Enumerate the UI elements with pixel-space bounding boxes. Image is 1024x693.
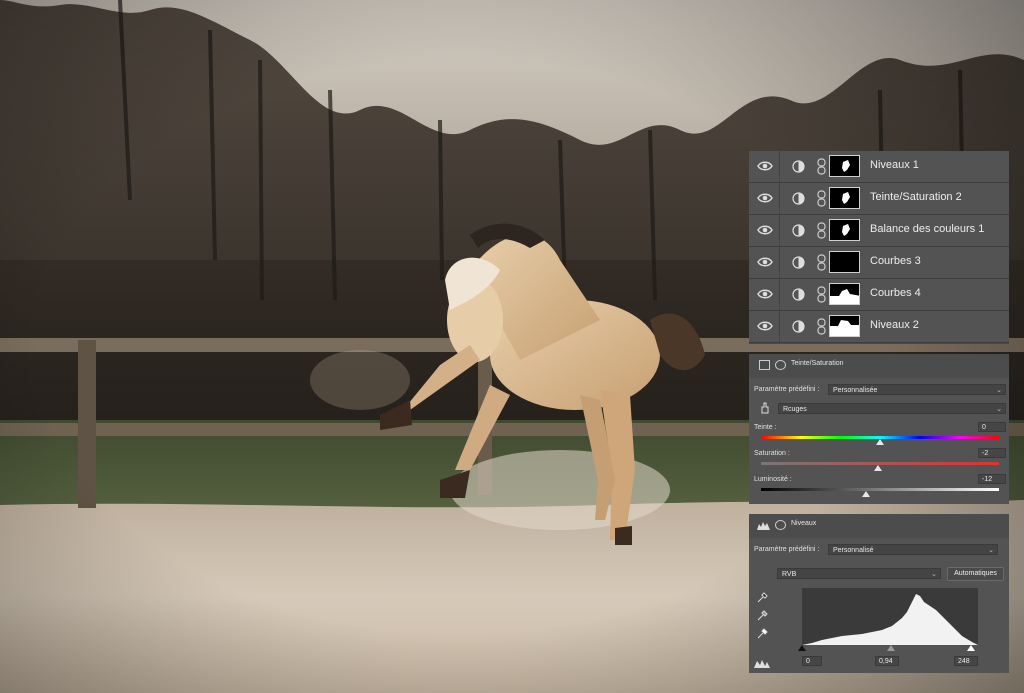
eye-icon[interactable] xyxy=(757,319,773,333)
layer-row[interactable]: Teinte/Saturation 2 xyxy=(749,183,1009,215)
layer-mask-thumbnail[interactable] xyxy=(829,283,860,305)
link-chain-icon[interactable] xyxy=(817,318,826,335)
adjustment-layer-icon xyxy=(792,256,805,269)
layer-row[interactable]: Balance des couleurs 1 xyxy=(749,215,1009,247)
chevron-down-icon: ⌄ xyxy=(988,547,994,554)
layer-row[interactable]: Courbes 4 xyxy=(749,279,1009,311)
eye-icon[interactable] xyxy=(757,255,773,269)
divider xyxy=(779,215,780,246)
layer-name: Courbes 4 xyxy=(870,287,921,299)
saturation-slider-thumb[interactable] xyxy=(873,465,882,471)
link-chain-icon[interactable] xyxy=(817,190,826,207)
divider xyxy=(779,311,780,342)
link-chain-icon[interactable] xyxy=(817,158,826,175)
link-chain-icon[interactable] xyxy=(817,286,826,303)
saturation-label: Saturation : xyxy=(754,450,790,457)
eye-icon[interactable] xyxy=(757,159,773,173)
adjustment-layer-icon xyxy=(792,224,805,237)
channel-dropdown[interactable]: Rcuges ⌄ xyxy=(778,403,1006,414)
panel-title: Niveaux xyxy=(791,520,817,527)
adjustment-layer-icon xyxy=(792,160,805,173)
eye-icon[interactable] xyxy=(757,287,773,301)
white-point-slider[interactable] xyxy=(967,645,975,651)
black-point-slider[interactable] xyxy=(798,645,806,651)
layer-row[interactable]: Niveaux 2 xyxy=(749,311,1009,343)
levels-histogram-icon[interactable] xyxy=(757,520,770,530)
levels-panel: Niveaux Paramètre prédéfini : Personnali… xyxy=(749,514,1009,673)
lightness-label: Luminosité : xyxy=(754,476,792,483)
chevron-down-icon: ⌄ xyxy=(996,406,1002,413)
layer-name: Courbes 3 xyxy=(870,255,921,267)
layer-name: Niveaux 1 xyxy=(870,159,919,171)
layer-mask-thumbnail[interactable] xyxy=(829,187,860,209)
layer-mask-thumbnail[interactable] xyxy=(829,219,860,241)
chevron-down-icon: ⌄ xyxy=(931,571,937,578)
hue-value-field[interactable]: 0 xyxy=(978,422,1006,432)
hue-label: Teinte : xyxy=(754,424,777,431)
white-eyedropper-icon[interactable] xyxy=(757,628,768,639)
lightness-value-field[interactable]: -12 xyxy=(978,474,1006,484)
layer-name: Balance des couleurs 1 xyxy=(870,223,985,235)
gamma-slider[interactable] xyxy=(887,645,895,651)
black-eyedropper-icon[interactable] xyxy=(757,592,768,603)
adjustment-layer-icon xyxy=(792,192,805,205)
layer-row[interactable]: Niveaux 1 xyxy=(749,151,1009,183)
hue-saturation-panel: Teinte/Saturation Paramètre prédéfini : … xyxy=(749,354,1009,504)
targeted-adjustment-hand-icon[interactable] xyxy=(759,402,771,414)
link-chain-icon[interactable] xyxy=(817,254,826,271)
preset-label: Paramètre prédéfini : xyxy=(754,546,820,553)
layer-row[interactable]: Courbes 3 xyxy=(749,247,1009,279)
adjustment-layer-icon xyxy=(792,288,805,301)
divider xyxy=(779,183,780,214)
adjustment-layer-icon xyxy=(792,320,805,333)
chevron-down-icon: ⌄ xyxy=(996,387,1002,394)
eye-icon[interactable] xyxy=(757,191,773,205)
preset-dropdown[interactable]: Personnalisée ⌄ xyxy=(828,384,1006,395)
histogram xyxy=(802,588,978,645)
saturation-value-field[interactable]: -2 xyxy=(978,448,1006,458)
preset-dropdown[interactable]: Personnalisé ⌄ xyxy=(828,544,998,555)
hue-slider-thumb[interactable] xyxy=(876,439,884,445)
eye-icon[interactable] xyxy=(757,223,773,237)
lightness-slider-thumb[interactable] xyxy=(861,491,870,497)
mask-icon[interactable] xyxy=(775,520,786,530)
layers-panel: Niveaux 1 Teinte/Saturation 2 Balance de… xyxy=(749,151,1009,344)
input-white-field[interactable]: 248 xyxy=(954,656,978,666)
input-gamma-field[interactable]: 0,94 xyxy=(875,656,899,666)
layer-mask-thumbnail[interactable] xyxy=(829,315,860,337)
clipping-warning-icon[interactable] xyxy=(754,658,770,668)
lightness-slider-track[interactable] xyxy=(761,488,999,491)
adjustment-icon[interactable] xyxy=(759,360,770,370)
layer-mask-thumbnail[interactable] xyxy=(829,155,860,177)
divider xyxy=(779,247,780,278)
auto-button[interactable]: Automatiques xyxy=(947,567,1004,581)
input-black-field[interactable]: 0 xyxy=(802,656,822,666)
divider xyxy=(779,279,780,310)
gray-eyedropper-icon[interactable] xyxy=(757,610,768,621)
layer-name: Teinte/Saturation 2 xyxy=(870,191,962,203)
link-chain-icon[interactable] xyxy=(817,222,826,239)
panel-title: Teinte/Saturation xyxy=(791,360,844,367)
panel-header: Niveaux xyxy=(749,514,1009,538)
preset-label: Paramètre prédéfini : xyxy=(754,386,820,393)
channel-dropdown[interactable]: RVB ⌄ xyxy=(777,568,941,579)
layer-mask-thumbnail[interactable] xyxy=(829,251,860,273)
divider xyxy=(779,151,780,182)
mask-icon[interactable] xyxy=(775,360,786,370)
panel-header: Teinte/Saturation xyxy=(749,354,1009,378)
layer-name: Niveaux 2 xyxy=(870,319,919,331)
